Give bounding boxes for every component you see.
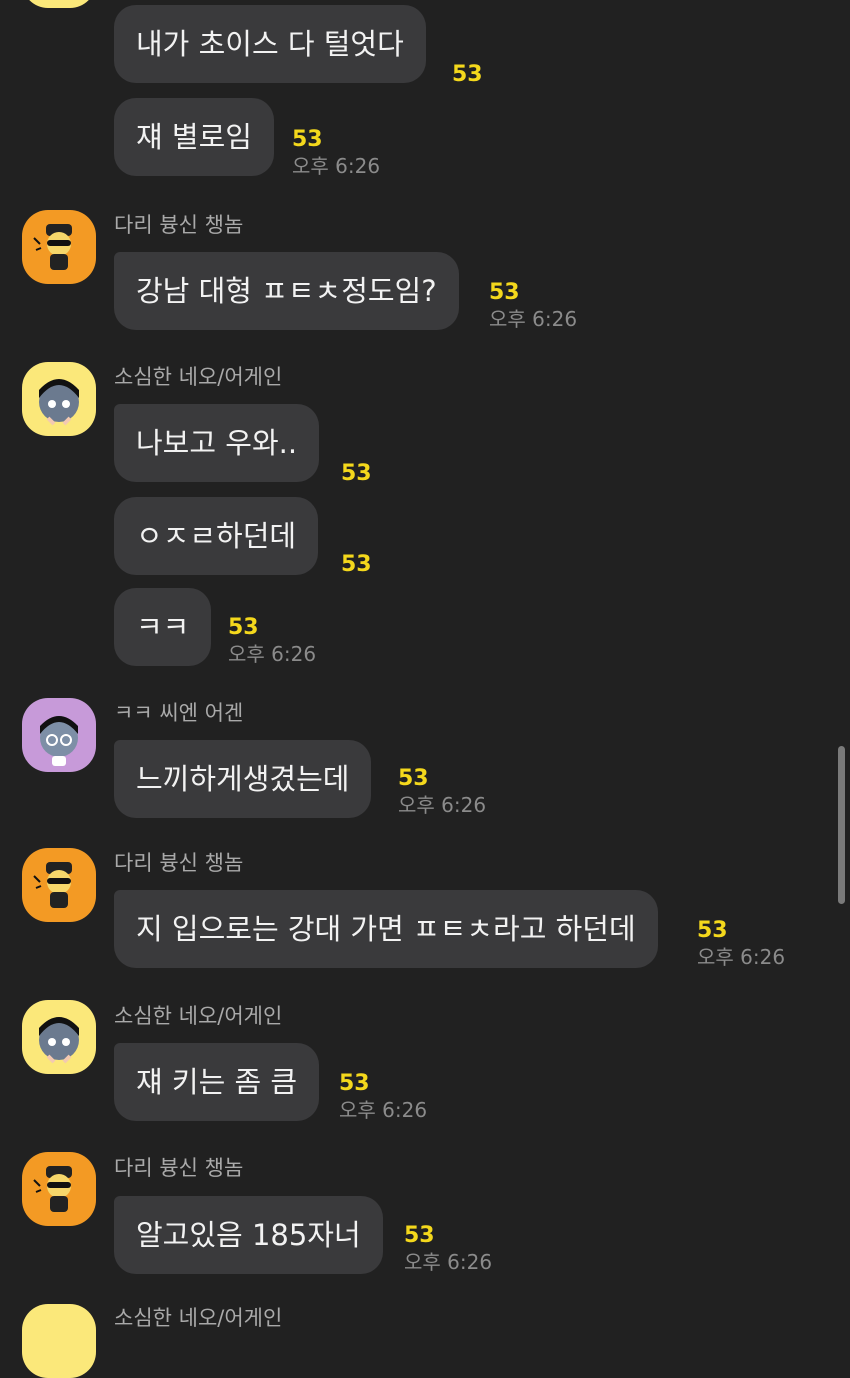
- muzi-avatar-art: [33, 224, 72, 270]
- message-bubble[interactable]: 내가 초이스 다 털엇다: [114, 5, 426, 83]
- message-meta: 53 오후 6:26: [228, 615, 316, 667]
- unread-count: 53: [292, 127, 323, 152]
- neo-avatar-icon[interactable]: [22, 362, 96, 436]
- muzi-avatar-icon[interactable]: [22, 848, 96, 922]
- muzi-avatar-art: [33, 862, 72, 908]
- sender-name: 다리 븅신 챙놈: [114, 851, 244, 875]
- message-meta: 53 오후 6:26: [489, 280, 577, 332]
- unread-count: 53: [697, 918, 728, 943]
- message-meta: 53: [341, 461, 372, 487]
- sender-name: ㅋㅋ 씨엔 어겐: [114, 701, 244, 725]
- message-bubble[interactable]: ㅇㅈㄹ하던데: [114, 497, 319, 575]
- unread-count: 53: [452, 62, 483, 87]
- unread-count: 53: [398, 766, 429, 791]
- message-meta: 53 오후 6:26: [697, 918, 785, 970]
- scrollbar[interactable]: [838, 746, 845, 904]
- neo-avatar-icon[interactable]: [22, 0, 96, 8]
- message-meta: 53 오후 6:26: [339, 1071, 427, 1123]
- sender-name: 소심한 네오/어게인: [114, 1306, 283, 1330]
- message-bubble[interactable]: ㅋㅋ: [114, 588, 212, 666]
- timestamp: 오후 6:26: [398, 793, 487, 817]
- message-meta: 53 오후 6:26: [404, 1223, 492, 1275]
- message-bubble[interactable]: 쟤 별로임: [114, 98, 274, 176]
- unread-count: 53: [341, 461, 372, 486]
- message-bubble[interactable]: 지 입으로는 강대 가면 ㅍㅌㅊ라고 하던데: [114, 890, 658, 968]
- unread-count: 53: [404, 1223, 435, 1248]
- unread-count: 53: [341, 552, 372, 577]
- muzi-avatar-icon[interactable]: [22, 210, 96, 284]
- neo-avatar-icon[interactable]: [22, 1304, 96, 1378]
- timestamp: 오후 6:26: [697, 945, 786, 969]
- sender-name: 다리 븅신 챙놈: [114, 213, 244, 237]
- message-bubble[interactable]: 나보고 우와..: [114, 404, 320, 482]
- sender-name: 소심한 네오/어게인: [114, 1004, 283, 1028]
- unread-count: 53: [339, 1071, 370, 1096]
- sender-name: 소심한 네오/어게인: [114, 365, 283, 389]
- message-meta: 53 오후 6:26: [398, 766, 486, 818]
- neo-avatar-icon[interactable]: [22, 698, 96, 772]
- neo-avatar-art: [40, 716, 78, 766]
- sender-name: 다리 븅신 챙놈: [114, 1156, 244, 1180]
- timestamp: 오후 6:26: [489, 307, 578, 331]
- neo-avatar-art: [39, 379, 79, 426]
- message-bubble[interactable]: 느끼하게생겼는데: [114, 740, 372, 818]
- message-bubble[interactable]: 쟤 키는 좀 큼: [114, 1043, 320, 1121]
- message-meta: 53: [452, 62, 483, 88]
- neo-avatar-icon[interactable]: [22, 1000, 96, 1074]
- message-meta: 53 오후 6:26: [292, 127, 380, 179]
- muzi-avatar-icon[interactable]: [22, 1152, 96, 1226]
- timestamp: 오후 6:26: [404, 1250, 493, 1274]
- timestamp: 오후 6:26: [228, 642, 317, 666]
- neo-avatar-art: [22, 0, 96, 8]
- neo-avatar-art: [39, 1017, 79, 1064]
- muzi-avatar-art: [33, 1166, 72, 1212]
- message-bubble[interactable]: 알고있음 185자너: [114, 1196, 383, 1274]
- message-bubble[interactable]: 강남 대형 ㅍㅌㅊ정도임?: [114, 252, 459, 330]
- message-meta: 53: [341, 552, 372, 578]
- unread-count: 53: [489, 280, 520, 305]
- timestamp: 오후 6:26: [292, 154, 381, 178]
- timestamp: 오후 6:26: [339, 1098, 428, 1122]
- unread-count: 53: [228, 615, 259, 640]
